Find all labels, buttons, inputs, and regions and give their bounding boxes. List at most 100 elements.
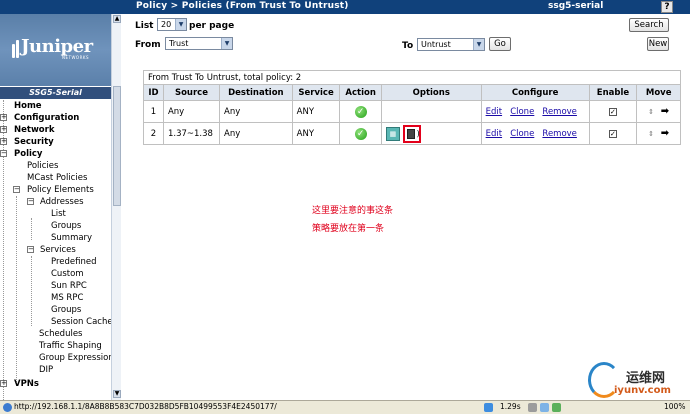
collapse-icon[interactable]: −: [13, 186, 20, 193]
nav-addresses[interactable]: Addresses: [40, 196, 84, 208]
nav-mcast-policies[interactable]: MCast Policies: [27, 172, 87, 184]
move-updown-icon[interactable]: ⇕: [648, 130, 654, 138]
collapse-icon[interactable]: −: [27, 198, 34, 205]
nav-group-expression[interactable]: Group Expression: [39, 352, 111, 364]
scroll-up-icon[interactable]: ▲: [113, 15, 121, 23]
status-tool-icon[interactable]: [552, 403, 561, 412]
col-header: Action: [339, 84, 382, 101]
enable-checkbox[interactable]: ✓: [608, 107, 617, 116]
nav-services-custom[interactable]: Custom: [51, 268, 84, 280]
nav-tree: Home + Configuration + Network + Securit…: [0, 100, 111, 400]
nav-dip[interactable]: DIP: [39, 364, 53, 376]
edit-link[interactable]: Edit: [486, 107, 502, 117]
help-button[interactable]: ?: [661, 1, 673, 13]
policy-destination: Any: [219, 122, 293, 145]
nav-home[interactable]: Home: [14, 100, 42, 112]
expand-icon[interactable]: +: [0, 126, 7, 133]
col-header: Options: [380, 84, 482, 101]
move-updown-icon[interactable]: ⇕: [648, 108, 654, 116]
nav-address-list[interactable]: List: [51, 208, 66, 220]
policy-move: ⇕ ➡: [636, 100, 681, 123]
table-caption: From Trust To Untrust, total policy: 2: [143, 70, 681, 85]
table-row: 1 Any Any ANY ✓ Edit Clone Remove ✓ ⇕ ➡: [143, 100, 681, 123]
policy-action: ✓: [339, 122, 382, 145]
nav-services-sun-rpc[interactable]: Sun RPC: [51, 280, 87, 292]
juniper-logo: Juniper NETWORKS: [0, 14, 111, 86]
nav-traffic-shaping[interactable]: Traffic Shaping: [39, 340, 102, 352]
edit-link[interactable]: Edit: [486, 129, 502, 139]
remove-link[interactable]: Remove: [542, 107, 577, 117]
top-header-bar: Policy > Policies (From Trust To Untrust…: [0, 0, 690, 14]
policy-configure: Edit Clone Remove: [480, 122, 590, 145]
nav-services[interactable]: Services: [40, 244, 76, 256]
status-tool-icon[interactable]: [540, 403, 549, 412]
watermark: 运维网 iyunv.com: [584, 360, 690, 400]
nav-services-predefined[interactable]: Predefined: [51, 256, 97, 268]
expand-icon[interactable]: +: [0, 114, 7, 121]
tree-line: [16, 196, 17, 386]
nav-policy-elements[interactable]: Policy Elements: [27, 184, 94, 196]
annotation-line-1: 这里要注意的事这条: [312, 206, 394, 216]
per-page-value: 20: [161, 20, 172, 29]
clone-link[interactable]: Clone: [510, 107, 534, 117]
nav-address-summary[interactable]: Summary: [51, 232, 92, 244]
list-label: List: [135, 21, 154, 31]
move-arrow-icon[interactable]: ➡: [661, 106, 669, 117]
per-page-label: per page: [189, 21, 235, 31]
nav-services-groups[interactable]: Groups: [51, 304, 81, 316]
collapse-icon[interactable]: −: [27, 246, 34, 253]
tree-line: [31, 218, 32, 240]
watermark-site: iyunv.com: [614, 385, 671, 396]
nav-configuration[interactable]: Configuration: [14, 112, 79, 124]
sidebar: Juniper NETWORKS SSG5-Serial Home + Conf…: [0, 14, 121, 400]
page-title: Policy > Policies (From Trust To Untrust…: [136, 1, 349, 11]
policy-enable: ✓: [588, 122, 638, 145]
load-time: 1.29s: [500, 402, 521, 411]
logo-brand: Juniper: [21, 36, 93, 57]
to-zone-select[interactable]: Untrust ▼: [417, 38, 485, 51]
policy-source: Any: [162, 100, 221, 123]
scroll-thumb[interactable]: [113, 86, 121, 206]
clone-link[interactable]: Clone: [510, 129, 534, 139]
sidebar-scrollbar[interactable]: ▲ ▼: [111, 14, 121, 400]
firebug-icon[interactable]: [484, 403, 493, 412]
expand-icon[interactable]: +: [0, 380, 7, 387]
chevron-down-icon[interactable]: ▼: [473, 39, 484, 50]
nav-session-cache[interactable]: Session Cache: [51, 316, 111, 328]
nav-services-ms-rpc[interactable]: MS RPC: [51, 292, 83, 304]
col-header: Move: [636, 84, 681, 101]
nav-address-groups[interactable]: Groups: [51, 220, 81, 232]
expand-icon[interactable]: +: [0, 138, 7, 145]
nav-network[interactable]: Network: [14, 124, 54, 136]
per-page-select[interactable]: 20 ▼: [157, 18, 187, 31]
status-bar: http://192.168.1.1/8A8B8B583C7D032B8D5FB…: [0, 400, 690, 414]
policy-option-icon: ▦: [385, 126, 400, 141]
policy-service: ANY: [291, 122, 341, 145]
chevron-down-icon[interactable]: ▼: [175, 19, 186, 30]
juniper-logo-icon: [12, 40, 20, 58]
move-arrow-icon[interactable]: ➡: [661, 128, 669, 139]
remove-link[interactable]: Remove: [542, 129, 577, 139]
col-header: Destination: [219, 84, 293, 101]
nav-security[interactable]: Security: [14, 136, 54, 148]
collapse-icon[interactable]: −: [0, 150, 7, 157]
logo-subtext: NETWORKS: [62, 55, 90, 60]
go-button[interactable]: Go: [489, 37, 511, 51]
chevron-down-icon[interactable]: ▼: [221, 38, 232, 49]
nav-schedules[interactable]: Schedules: [39, 328, 83, 340]
enable-checkbox[interactable]: ✓: [608, 129, 617, 138]
col-header: ID: [143, 84, 164, 101]
nav-policies[interactable]: Policies: [27, 160, 58, 172]
search-button[interactable]: Search: [629, 18, 669, 32]
main-content: List 20 ▼ per page From Trust ▼ To Untru…: [121, 14, 690, 400]
new-button[interactable]: New: [647, 37, 669, 51]
permit-icon: ✓: [354, 127, 367, 140]
zoom-level[interactable]: 100%: [664, 402, 685, 411]
scroll-down-icon[interactable]: ▼: [113, 390, 121, 398]
nav-policy[interactable]: Policy: [14, 148, 42, 160]
signal-icon: ): [416, 128, 420, 138]
nav-vpns[interactable]: VPNs: [14, 378, 39, 390]
from-zone-select[interactable]: Trust ▼: [165, 37, 233, 50]
to-zone-value: Untrust: [421, 40, 451, 49]
status-tool-icon[interactable]: [528, 403, 537, 412]
